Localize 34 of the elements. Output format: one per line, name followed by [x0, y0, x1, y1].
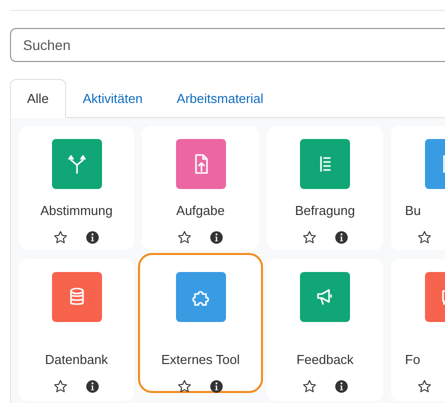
module-name: Datenbank: [45, 352, 108, 367]
info-icon[interactable]: [334, 230, 348, 245]
info-icon[interactable]: [334, 379, 348, 394]
module-name: Bu: [405, 203, 421, 218]
module-name: Abstimmung: [40, 203, 113, 218]
module-name: Fo: [405, 352, 420, 367]
module-name: Befragung: [295, 203, 355, 218]
info-icon[interactable]: [209, 230, 224, 245]
module-card[interactable]: Aufgabe: [142, 126, 259, 250]
module-name: Feedback: [296, 352, 354, 367]
module-card[interactable]: Datenbank: [19, 259, 134, 401]
info-icon[interactable]: [85, 379, 100, 394]
tab[interactable]: Arbeitsmaterial: [160, 79, 280, 118]
module-name: Externes Tool: [161, 352, 240, 367]
star-icon[interactable]: [417, 230, 432, 245]
highlighted-card[interactable]: Externes Tool: [138, 253, 263, 393]
search-field[interactable]: Suchen: [10, 28, 445, 62]
tab[interactable]: Aktivitäten: [66, 79, 160, 118]
star-icon[interactable]: [177, 379, 192, 394]
module-card[interactable]: Bu: [391, 126, 445, 250]
module-card[interactable]: Abstimmung: [19, 126, 134, 250]
info-icon[interactable]: [85, 230, 100, 245]
module-card[interactable]: Feedback: [267, 259, 383, 401]
star-icon[interactable]: [302, 230, 316, 245]
star-icon[interactable]: [53, 379, 68, 394]
module-card[interactable]: Fo: [391, 259, 445, 401]
star-icon[interactable]: [417, 379, 432, 394]
star-icon[interactable]: [302, 379, 316, 394]
module-card[interactable]: Befragung: [267, 126, 383, 250]
info-icon[interactable]: [209, 379, 224, 394]
star-icon[interactable]: [53, 230, 68, 245]
module-name: Aufgabe: [176, 203, 225, 218]
tab[interactable]: Alle: [10, 79, 66, 118]
star-icon[interactable]: [177, 230, 192, 245]
